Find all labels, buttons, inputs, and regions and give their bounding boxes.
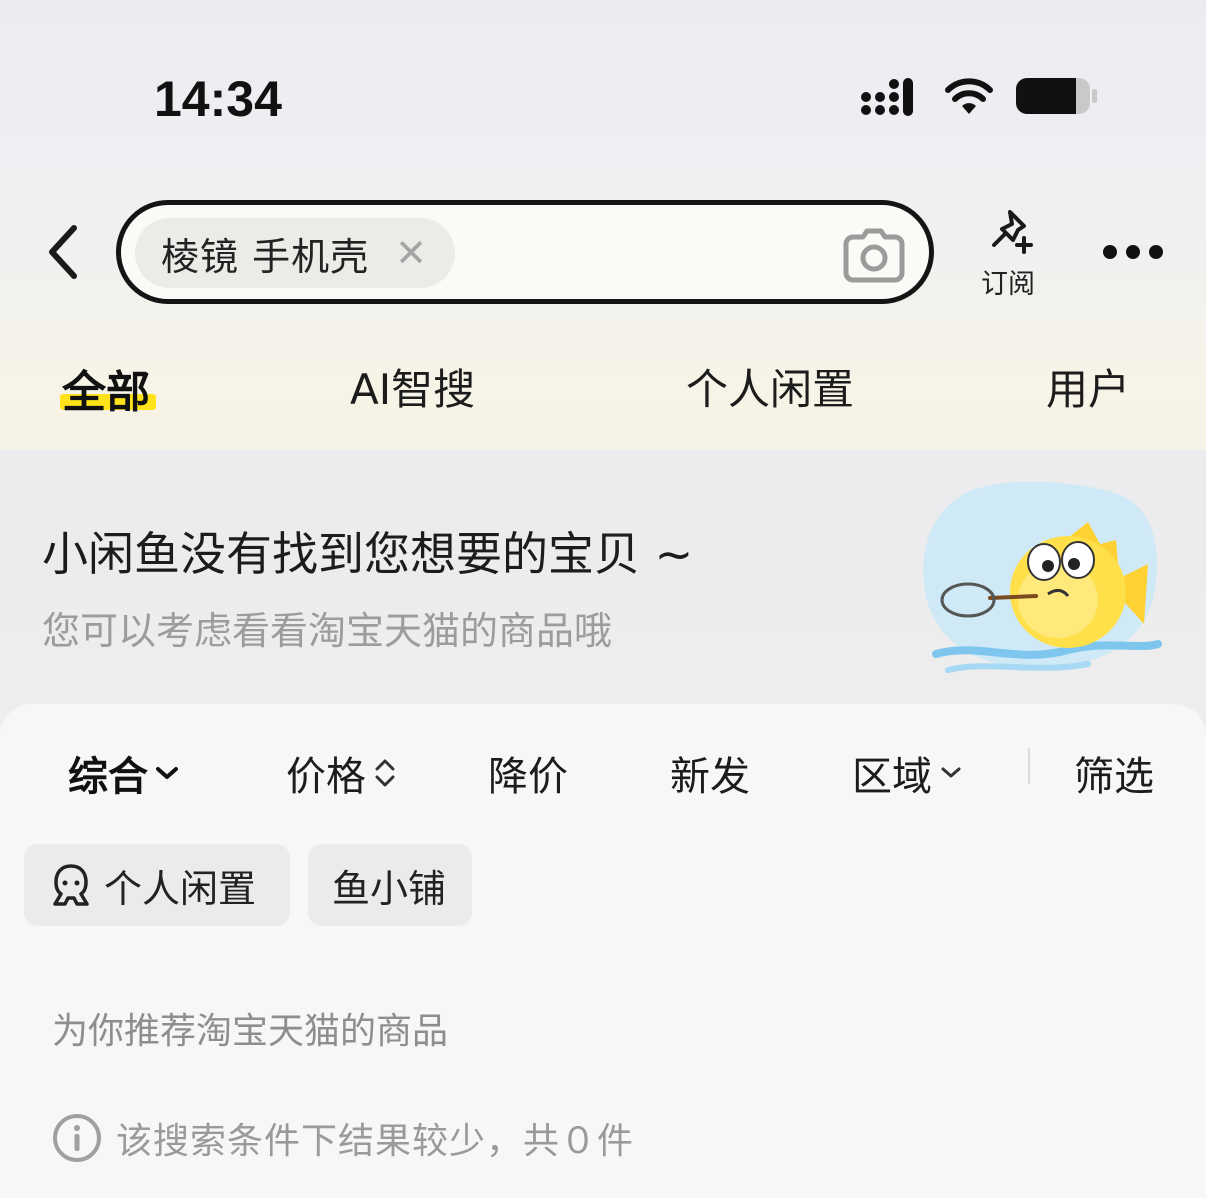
person-icon bbox=[53, 864, 89, 906]
results-panel: 综合 价格 降价 新发 区域 筛选 个人闲置 鱼小铺 为你推荐淘宝天猫的商品 该… bbox=[0, 704, 1206, 1198]
sort-divider bbox=[1028, 748, 1030, 784]
filter-label: 筛选 bbox=[1074, 754, 1154, 800]
result-count-note: 该搜索条件下结果较少，共０件 bbox=[52, 1112, 634, 1164]
fish-mascot-illustration bbox=[923, 481, 1162, 673]
chevron-left-icon bbox=[49, 225, 77, 279]
more-icon bbox=[1103, 245, 1163, 259]
recommend-note: 为你推荐淘宝天猫的商品 bbox=[52, 1011, 449, 1052]
empty-state-subtitle: 您可以考虑看看淘宝天猫的商品哦 bbox=[42, 609, 613, 653]
back-button[interactable] bbox=[40, 218, 90, 288]
camera-button[interactable] bbox=[843, 225, 905, 285]
subscribe-label: 订阅 bbox=[981, 269, 1035, 300]
search-bar[interactable]: 棱镜 手机壳 ✕ bbox=[116, 200, 934, 304]
tab-ai-search[interactable]: AI智搜 bbox=[350, 356, 475, 417]
filter-pill-fish-shop[interactable]: 鱼小铺 bbox=[308, 844, 472, 926]
sort-comprehensive-label: 综合 bbox=[68, 754, 148, 800]
close-icon[interactable]: ✕ bbox=[395, 234, 427, 272]
sort-newest-label: 新发 bbox=[670, 754, 750, 800]
empty-state-title: 小闲鱼没有找到您想要的宝贝 ~ bbox=[42, 527, 694, 581]
signal-icon bbox=[861, 78, 913, 116]
status-icons bbox=[860, 76, 1098, 116]
sort-comprehensive[interactable]: 综合 bbox=[68, 744, 180, 802]
search-query-chip[interactable]: 棱镜 手机壳 ✕ bbox=[135, 218, 455, 288]
status-time: 14:34 bbox=[154, 71, 282, 127]
filter-pill-label: 个人闲置 bbox=[104, 866, 257, 911]
search-query-text: 棱镜 手机壳 bbox=[161, 234, 370, 279]
battery-icon bbox=[1016, 78, 1097, 114]
sort-region-label: 区域 bbox=[852, 754, 932, 800]
wifi-icon bbox=[945, 78, 993, 114]
sort-newest[interactable]: 新发 bbox=[670, 744, 750, 802]
subscribe-button[interactable]: 订阅 bbox=[970, 208, 1046, 304]
camera-icon bbox=[843, 228, 905, 283]
more-button[interactable] bbox=[1100, 240, 1166, 264]
tab-all[interactable]: 全部 bbox=[62, 356, 150, 420]
result-count-text: 该搜索条件下结果较少，共０件 bbox=[116, 1121, 635, 1162]
sort-price-label: 价格 bbox=[286, 754, 366, 800]
filter-pill-personal-idle[interactable]: 个人闲置 bbox=[24, 844, 290, 926]
tab-personal-idle[interactable]: 个人闲置 bbox=[686, 356, 854, 417]
sort-price-drop-label: 降价 bbox=[488, 754, 568, 800]
sort-price-drop[interactable]: 降价 bbox=[488, 744, 568, 802]
chevron-down-icon bbox=[941, 767, 961, 778]
tab-users[interactable]: 用户 bbox=[1046, 356, 1130, 417]
sort-price[interactable]: 价格 bbox=[286, 744, 398, 802]
sort-region[interactable]: 区域 bbox=[852, 744, 964, 802]
pin-plus-icon bbox=[992, 210, 1033, 254]
filter-pill-label: 鱼小铺 bbox=[332, 866, 447, 911]
filter-button[interactable]: 筛选 bbox=[1074, 744, 1154, 802]
chevron-down-icon bbox=[156, 767, 178, 779]
info-icon bbox=[53, 1114, 101, 1162]
sort-updown-icon bbox=[375, 759, 395, 787]
